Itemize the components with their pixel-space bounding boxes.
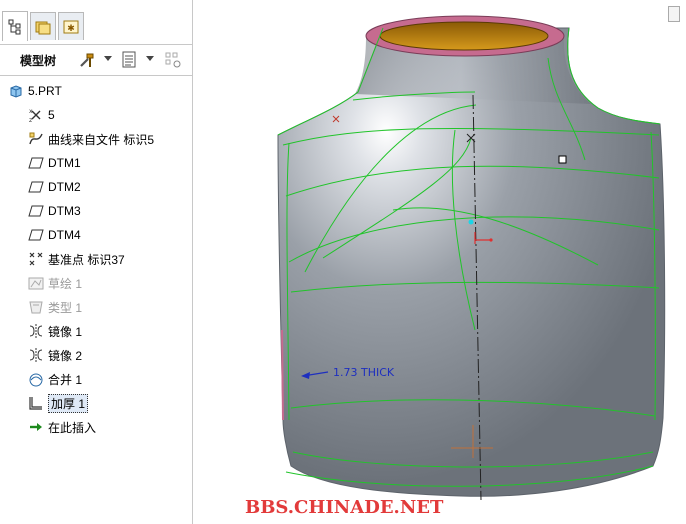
graphics-viewport[interactable]: 1.73 THICK BBS.CHINADE.NET xyxy=(193,0,686,524)
part-icon xyxy=(8,83,24,99)
tree-item-dtm3[interactable]: DTM3 xyxy=(28,200,81,222)
tree-item-label: 加厚 1 xyxy=(48,393,89,413)
settings-dropdown-arrow-icon[interactable] xyxy=(104,56,112,61)
tab-folder-browser[interactable] xyxy=(30,12,56,40)
tree-item-style[interactable]: 类型 1 xyxy=(28,296,82,318)
datum-plane-icon xyxy=(28,179,44,195)
tree-item-mirror-2[interactable]: 镜像 2 xyxy=(28,344,82,366)
merge-icon xyxy=(28,371,44,387)
datum-plane-icon xyxy=(28,155,44,171)
tree-item-label: 在此插入 xyxy=(48,420,97,435)
tree-item-label: 5 xyxy=(48,108,55,122)
svg-text:✱: ✱ xyxy=(67,24,75,34)
datum-plane-icon xyxy=(28,227,44,243)
tree-item-curve-from-file[interactable]: 曲线来自文件 标识5 xyxy=(28,128,154,150)
tree-item-mirror-1[interactable]: 镜像 1 xyxy=(28,320,82,342)
watermark: BBS.CHINADE.NET xyxy=(245,497,444,518)
datum-point-marker xyxy=(468,219,474,225)
style-icon xyxy=(28,299,44,315)
selection-handle-icon xyxy=(558,155,567,164)
model-tree-panel: ✱ 模型树 5.PRT x z 5 曲线来自文件 标识5 DTM1 DTM2 D… xyxy=(0,0,193,524)
tree-item-label: 合并 1 xyxy=(48,372,83,387)
tree-item-label: 类型 1 xyxy=(48,300,83,315)
tree-item-label: 草绘 1 xyxy=(48,276,83,291)
curve-from-file-icon xyxy=(28,131,44,147)
model-tree-tab-icon xyxy=(8,19,21,34)
tree-item-label: 基准点 标识37 xyxy=(48,252,125,267)
tree-item-merge[interactable]: 合并 1 xyxy=(28,368,82,390)
rim-opening xyxy=(379,21,549,51)
tree-item-label: DTM1 xyxy=(48,156,81,170)
tab-model-tree[interactable] xyxy=(2,11,28,41)
tree-item-label: DTM4 xyxy=(48,228,81,242)
favorites-icon: ✱ xyxy=(63,20,79,34)
edge-accent-left xyxy=(281,329,284,421)
show-dropdown-arrow-icon[interactable] xyxy=(146,56,154,61)
tree-item-insert-here[interactable]: 在此插入 xyxy=(28,416,96,438)
tree-item-label: DTM3 xyxy=(48,204,81,218)
view-control-icon[interactable] xyxy=(668,6,680,22)
settings-tools-icon[interactable] xyxy=(78,51,96,69)
svg-text:z: z xyxy=(29,117,32,123)
tree-item-dtm4[interactable]: DTM4 xyxy=(28,224,81,246)
thicken-icon xyxy=(28,395,44,411)
tree-item-part[interactable]: 5.PRT xyxy=(8,80,62,102)
model-tree-toolbar: 模型树 xyxy=(0,44,192,76)
tree-filter-icon[interactable] xyxy=(164,51,182,69)
insert-here-icon xyxy=(28,419,44,435)
tree-item-thicken[interactable]: 加厚 1 xyxy=(28,392,89,414)
thick-annotation: 1.73 THICK xyxy=(333,366,395,379)
tree-item-csys[interactable]: xz 5 xyxy=(28,104,55,126)
tree-item-dtm1[interactable]: DTM1 xyxy=(28,152,81,174)
navigator-tabs: ✱ xyxy=(0,0,192,44)
csys-icon: xz xyxy=(28,107,44,123)
tree-item-label: 镜像 2 xyxy=(48,348,83,363)
model-view: 1.73 THICK BBS.CHINADE.NET xyxy=(245,15,666,518)
model-tree-title: 模型树 xyxy=(20,54,57,68)
mirror-icon xyxy=(28,347,44,363)
tab-favorites[interactable]: ✱ xyxy=(58,12,84,40)
tree-item-label: 镜像 1 xyxy=(48,324,83,339)
datum-point-icon xyxy=(28,251,44,267)
folder-icon xyxy=(35,21,51,34)
datum-plane-icon xyxy=(28,203,44,219)
mirror-icon xyxy=(28,323,44,339)
tree-item-label: 曲线来自文件 标识5 xyxy=(48,132,155,147)
show-list-icon[interactable] xyxy=(120,51,138,69)
svg-text:x: x xyxy=(29,108,33,115)
tree-item-datum-point[interactable]: 基准点 标识37 xyxy=(28,248,125,270)
tree-item-sketch[interactable]: 草绘 1 xyxy=(28,272,82,294)
tree-item-dtm2[interactable]: DTM2 xyxy=(28,176,81,198)
tree-item-label: DTM2 xyxy=(48,180,81,194)
sketch-icon xyxy=(28,275,44,291)
tree-item-label: 5.PRT xyxy=(28,84,62,98)
